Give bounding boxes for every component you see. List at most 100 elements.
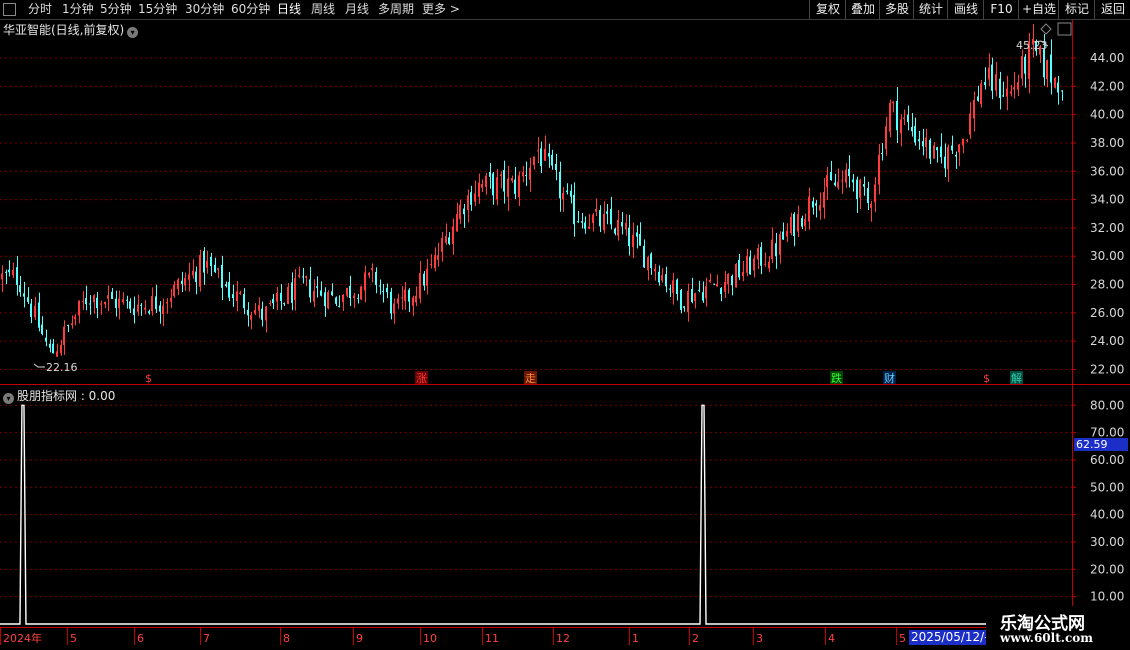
min-price-arrow xyxy=(33,363,45,368)
candle-body xyxy=(456,214,458,232)
candle-body xyxy=(379,285,381,287)
candle-body xyxy=(71,323,73,326)
candle-body xyxy=(269,303,271,305)
candle-body xyxy=(900,119,902,134)
indicator-title: ▾ 股朋指标网 : 0.00 xyxy=(3,387,115,404)
candle-body xyxy=(522,172,524,177)
candle-body xyxy=(903,117,905,119)
candle-body xyxy=(947,146,949,170)
candle-body xyxy=(1010,91,1012,94)
candle-body xyxy=(625,222,627,230)
candle-body xyxy=(313,290,315,302)
candle-body xyxy=(614,228,616,234)
candle-body xyxy=(617,219,619,236)
candle-body xyxy=(771,239,773,259)
candle-body xyxy=(100,303,102,305)
date-tick-label: 11 xyxy=(485,632,499,645)
diamond-icon xyxy=(1040,23,1052,35)
candle-body xyxy=(353,295,355,299)
candle-body xyxy=(397,298,399,304)
candle-body xyxy=(892,101,894,104)
price-tick-label: 28.00 xyxy=(1090,278,1124,292)
candle-body xyxy=(434,255,436,268)
candle-body xyxy=(896,100,898,131)
event-marker: $ xyxy=(145,372,152,385)
candle-body xyxy=(459,204,461,220)
candle-body xyxy=(973,99,975,119)
event-marker: 解 xyxy=(1011,371,1022,385)
candle-body xyxy=(551,154,553,166)
candle-body xyxy=(78,300,80,316)
candle-body xyxy=(797,214,799,232)
candle-body xyxy=(595,209,597,212)
date-tick-label: 12 xyxy=(556,632,570,645)
candle-body xyxy=(540,148,542,166)
stock-name: 华亚智能(日线,前复权) xyxy=(3,23,125,37)
candle-body xyxy=(111,291,113,299)
candle-body xyxy=(610,208,612,225)
candle-body xyxy=(280,292,282,301)
candle-body xyxy=(533,156,535,166)
candle-body xyxy=(375,271,377,286)
candle-body xyxy=(834,182,836,186)
candle-body xyxy=(555,164,557,170)
candle-body xyxy=(1002,95,1004,97)
chevron-down-icon[interactable]: ▾ xyxy=(3,393,14,404)
chevron-down-icon[interactable]: ▾ xyxy=(127,27,139,38)
candle-body xyxy=(727,273,729,285)
event-marker: 涨 xyxy=(416,372,427,385)
candle-body xyxy=(632,234,634,247)
price-tick-label: 26.00 xyxy=(1090,306,1124,320)
candle-body xyxy=(735,263,737,288)
candle-body xyxy=(925,137,927,148)
watermark-logo: 乐淘公式网 www.60lt.com xyxy=(986,606,1130,650)
price-tick-label: 42.00 xyxy=(1090,79,1124,93)
candle-body xyxy=(639,233,641,246)
candle-body xyxy=(991,64,993,91)
candle-body xyxy=(23,293,25,297)
event-marker: $ xyxy=(983,372,990,385)
candle-body xyxy=(676,279,678,294)
candle-body xyxy=(911,126,913,132)
panel-toggle-icon xyxy=(1057,22,1072,36)
candle-body xyxy=(867,188,869,204)
candle-body xyxy=(12,269,14,276)
candle-body xyxy=(577,221,579,223)
candle-body xyxy=(27,297,29,302)
candle-body xyxy=(221,264,223,288)
candle-body xyxy=(815,203,817,206)
candle-body xyxy=(60,344,62,354)
candle-body xyxy=(181,280,183,285)
candle-body xyxy=(988,67,990,80)
date-tick-label: 4 xyxy=(828,632,835,645)
price-axis: 44.00 42.00 40.00 38.00 36.00 34.00 32.00 30.00… xyxy=(1072,51,1124,377)
date-tick-label: 5 xyxy=(899,632,906,645)
candle-body xyxy=(672,280,674,293)
candle-body xyxy=(507,178,509,197)
candle-body xyxy=(74,316,76,320)
event-marker: 走 xyxy=(525,372,536,385)
candle-body xyxy=(808,196,810,222)
indicator-axis: 80.0070.0060.0050.0040.0030.0020.0010.00 xyxy=(1072,398,1124,604)
candle-body xyxy=(837,181,839,188)
price-tick-label: 44.00 xyxy=(1090,51,1124,65)
candle-body xyxy=(878,154,880,185)
candle-body xyxy=(1006,88,1008,97)
indicator-gridlines xyxy=(0,404,1072,598)
candle-body xyxy=(8,269,10,273)
candle-body xyxy=(210,256,212,267)
candle-body xyxy=(247,309,249,316)
date-tick-label: 8 xyxy=(283,632,290,645)
candle-body xyxy=(1013,87,1015,90)
indicator-tick-label: 30.00 xyxy=(1090,535,1124,549)
candle-body xyxy=(5,271,7,273)
candle-body xyxy=(698,289,700,291)
candle-body xyxy=(371,267,373,271)
candle-body xyxy=(346,287,348,296)
candle-body xyxy=(702,292,704,301)
candle-body xyxy=(936,147,938,151)
candle-body xyxy=(683,306,685,308)
candle-body xyxy=(327,292,329,309)
candle-body xyxy=(852,179,854,183)
kline-chart[interactable]: 44.00 42.00 40.00 38.00 36.00 34.00 32.00 30.00… xyxy=(0,0,1130,650)
